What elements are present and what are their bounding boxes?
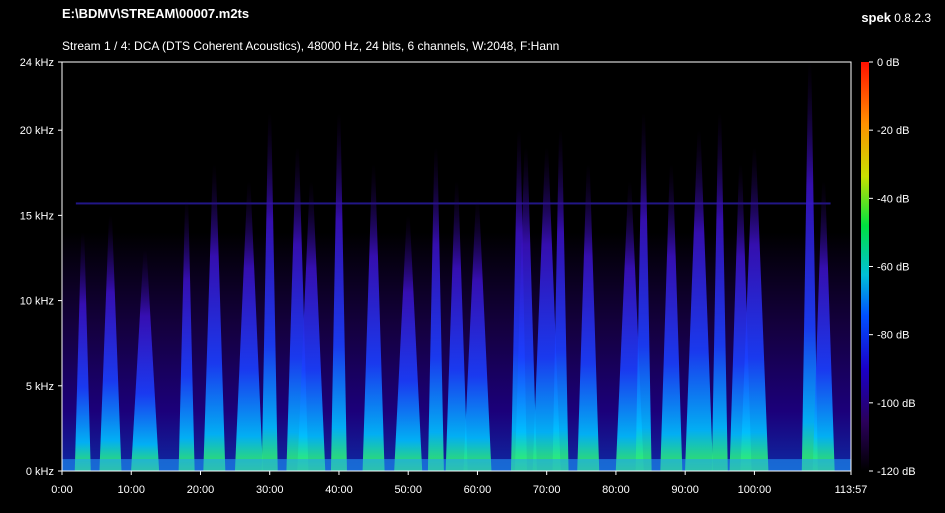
x-tick-label: 80:00 <box>602 484 630 496</box>
x-tick-label: 113:57 <box>835 484 868 496</box>
y-axis: 0 kHz 5 kHz 10 kHz 15 kHz 20 kHz 24 kHz <box>20 57 62 478</box>
x-tick-label: 70:00 <box>533 484 561 496</box>
x-tick-label: 30:00 <box>256 484 284 496</box>
colorbar <box>861 62 869 471</box>
y-tick-label: 20 kHz <box>20 125 54 137</box>
x-tick-label: 50:00 <box>394 484 422 496</box>
x-tick-label: 90:00 <box>671 484 699 496</box>
colorbar-tick-label: -100 dB <box>877 398 916 410</box>
x-tick-label: 0:00 <box>51 484 72 496</box>
low-freq-band <box>62 459 851 471</box>
x-axis: 0:00 10:00 20:00 30:00 40:00 50:00 60:00 70:00 8… <box>51 471 867 496</box>
colorbar-tick-label: -20 dB <box>877 125 909 137</box>
x-tick-label: 20:00 <box>187 484 215 496</box>
x-tick-label: 10:00 <box>117 484 145 496</box>
spectrogram-chart: 0:00 10:00 20:00 30:00 40:00 50:00 60:00 70:00 8… <box>20 57 916 496</box>
x-tick-label: 60:00 <box>464 484 492 496</box>
x-tick-label: 100:00 <box>738 484 772 496</box>
colorbar-tick-label: -80 dB <box>877 330 909 342</box>
colorbar-tick-label: 0 dB <box>877 57 900 69</box>
y-tick-label: 24 kHz <box>20 57 54 69</box>
colorbar-tick-label: -40 dB <box>877 193 909 205</box>
y-tick-label: 15 kHz <box>20 210 54 222</box>
y-tick-label: 5 kHz <box>26 381 54 393</box>
spectrogram-plot-area <box>62 62 851 472</box>
colorbar-axis: 0 dB -20 dB -40 dB -60 dB -80 dB -100 dB -120 … <box>869 57 916 478</box>
y-tick-label: 0 kHz <box>26 466 54 478</box>
x-tick-label: 40:00 <box>325 484 353 496</box>
y-tick-label: 10 kHz <box>20 296 54 308</box>
colorbar-tick-label: -120 dB <box>877 466 916 478</box>
colorbar-tick-label: -60 dB <box>877 262 909 274</box>
